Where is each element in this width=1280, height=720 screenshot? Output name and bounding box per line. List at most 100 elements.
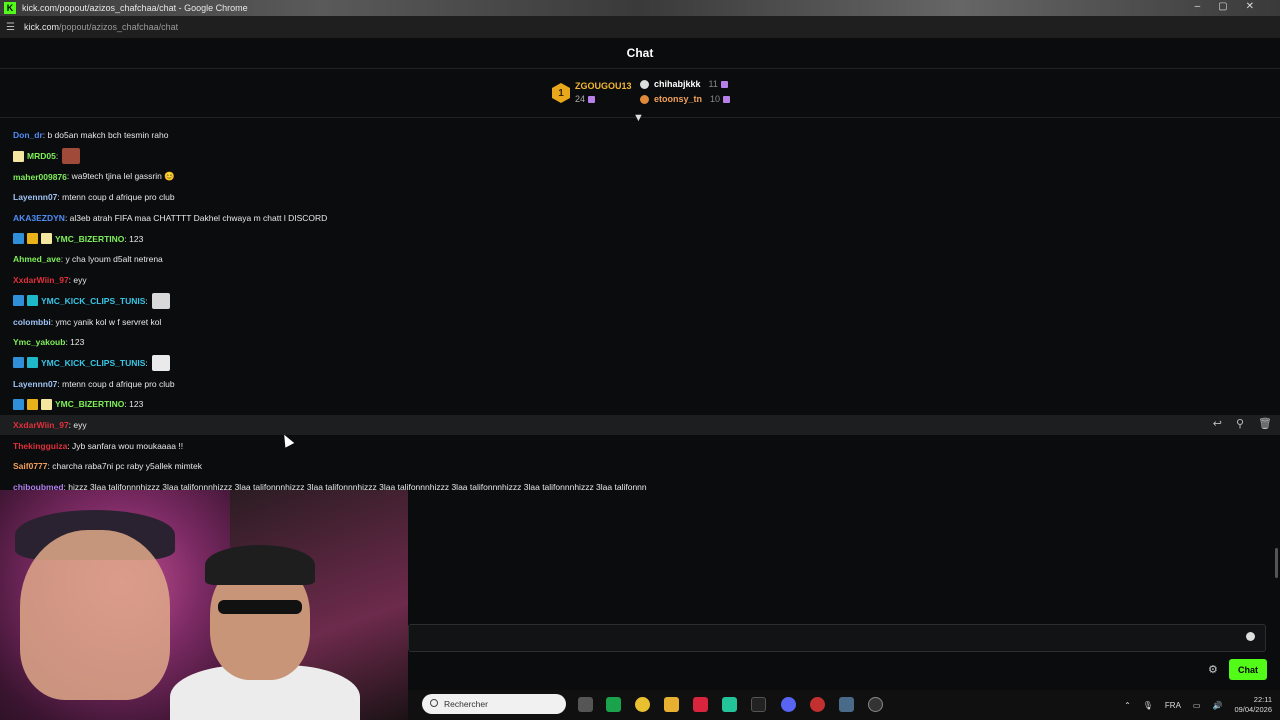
chat-message-text: : Jyb sanfara wou moukaaaa !! (67, 440, 184, 451)
chat-message-text: : 123 (65, 337, 85, 348)
chat-message[interactable]: YMC_KICK_CLIPS_TUNIS: (0, 353, 1280, 374)
network-icon[interactable]: ▭ (1193, 701, 1201, 710)
chat-username[interactable]: Don_dr (13, 130, 43, 140)
top-gifter-2-count: 11 (708, 79, 718, 89)
gold-medal-icon: 1 (552, 83, 570, 103)
chat-message[interactable]: Layennn07: mtenn coup d afrique pro club (0, 187, 1280, 208)
chat-message[interactable]: maher009876: wa9tech tjina lel gassrin 😊 (0, 166, 1280, 187)
chat-message-text: : al3eb atrah FIFA maa CHATTTT Dakhel ch… (64, 213, 328, 224)
chat-username[interactable]: colombbi (13, 317, 51, 327)
emote-icon (62, 148, 81, 165)
chat-scrollbar[interactable] (1275, 548, 1278, 578)
chat-message[interactable]: Ahmed_ave: y cha lyoum d5alt netrena (0, 249, 1280, 270)
webcam-overlay (0, 490, 408, 720)
chat-message[interactable]: colombbi: ymc yanik kol w f servret kol (0, 311, 1280, 332)
chevron-up-icon[interactable]: ⌃ (1124, 701, 1131, 710)
gift-icon (723, 96, 731, 103)
acrobat-icon[interactable] (693, 697, 708, 712)
top-gifter-3[interactable]: etoonsy_tn 10 (640, 92, 731, 107)
chat-message[interactable]: Saif0777: charcha raba7ni pc raby y5alle… (0, 456, 1280, 477)
chat-header-title: Chat (626, 46, 654, 60)
chat-username[interactable]: Thekingguiza (13, 441, 67, 451)
top-gifter-1-count: 24 (575, 94, 586, 104)
chat-username[interactable]: maher009876 (13, 172, 67, 182)
app-icon[interactable] (810, 697, 825, 712)
browser-titlebar: K kick.com/popout/azizos_chafchaa/chat -… (0, 0, 1280, 16)
system-tray: ⌃ 🎙 FRA ▭ 🔊 22:11 09/04/2026 (1124, 695, 1272, 715)
chat-message-text: : ymc yanik kol w f servret kol (50, 316, 162, 327)
blue-badge-icon (13, 357, 24, 369)
chat-message[interactable]: XxdarWiin_97: eyy (0, 270, 1280, 291)
chat-username[interactable]: YMC_KICK_CLIPS_TUNIS (41, 358, 145, 368)
chat-message[interactable]: YMC_KICK_CLIPS_TUNIS: (0, 291, 1280, 312)
chat-username[interactable]: Saif0777 (13, 461, 48, 471)
language-indicator[interactable]: FRA (1165, 701, 1181, 710)
chat-message[interactable]: Don_dr: b do5an makch bch tesmin raho (0, 125, 1280, 146)
chat-message[interactable]: XxdarWiin_97: eyy (0, 414, 1280, 436)
chat-input[interactable] (408, 624, 1266, 652)
settings-app-icon[interactable] (839, 697, 854, 712)
top-gifter-3-count: 10 (710, 94, 721, 104)
chat-username[interactable]: Layennn07 (13, 192, 57, 202)
chat-username[interactable]: YMC_KICK_CLIPS_TUNIS (41, 296, 145, 306)
app-icon[interactable] (751, 697, 766, 712)
chat-username[interactable]: XxdarWiin_97 (13, 275, 69, 285)
chat-message[interactable]: YMC_BIZERTINO: 123 (0, 394, 1280, 415)
volume-icon[interactable]: 🔊 (1212, 701, 1222, 710)
file-explorer-icon[interactable] (664, 697, 679, 712)
cyan-badge-icon (27, 357, 38, 369)
chat-message[interactable]: Layennn07: mtenn coup d afrique pro club (0, 373, 1280, 394)
chat-message-list[interactable]: Don_dr: b do5an makch bch tesmin raho MRD… (0, 125, 1280, 497)
chat-username[interactable]: Ymc_yakoub (13, 337, 65, 347)
silver-medal-icon (640, 80, 649, 89)
chat-message[interactable]: Thekingguiza: Jyb sanfara wou moukaaaa !… (0, 435, 1280, 456)
chat-username[interactable]: AKA3EZDYN (13, 213, 65, 223)
chat-header: Chat (0, 38, 1280, 69)
emoji-icon[interactable] (1246, 632, 1255, 641)
site-info-icon[interactable]: ☰ (6, 22, 18, 33)
chat-message[interactable]: AKA3EZDYN: al3eb atrah FIFA maa CHATTTT … (0, 208, 1280, 229)
chat-message-text: : charcha raba7ni pc raby y5allek mimtek (47, 461, 203, 472)
send-chat-button[interactable]: Chat (1229, 659, 1267, 680)
chat-username[interactable]: YMC_BIZERTINO (55, 399, 124, 409)
delete-icon[interactable]: 🗑 (1258, 417, 1272, 430)
url-path: /popout/azizos_chafchaa/chat (59, 22, 179, 32)
reply-icon[interactable]: ↩ (1213, 417, 1222, 430)
chat-message-text: : eyy (68, 275, 87, 286)
pin-icon[interactable]: ⚲ (1236, 417, 1244, 430)
cream-badge-icon (13, 150, 24, 162)
app-icon[interactable] (722, 697, 737, 712)
message-actions: ↩ ⚲ 🗑 (1213, 417, 1272, 430)
chrome-icon[interactable] (635, 697, 650, 712)
app-icon[interactable] (606, 697, 621, 712)
chat-username[interactable]: XxdarWiin_97 (13, 420, 69, 430)
discord-icon[interactable] (781, 697, 796, 712)
url-host: kick.com (24, 22, 60, 32)
taskbar-search[interactable]: Rechercher (422, 694, 566, 714)
chat-message[interactable]: Ymc_yakoub: 123 (0, 332, 1280, 353)
gear-icon[interactable]: ⚙ (1208, 663, 1218, 676)
chat-message-text: : mtenn coup d afrique pro club (57, 378, 175, 389)
chat-message[interactable]: YMC_BIZERTINO: 123 (0, 228, 1280, 249)
top-gifter-2[interactable]: chihabjkkk 11 (640, 77, 730, 92)
chat-message-text: : y cha lyoum d5alt netrena (60, 254, 163, 265)
chat-username[interactable]: Layennn07 (13, 379, 57, 389)
chat-message[interactable]: MRD05: (0, 146, 1280, 167)
top-gifters-list: chihabjkkk 11 etoonsy_tn 10 (640, 77, 731, 107)
chat-message-text: : b do5an makch bch tesmin raho (42, 130, 169, 141)
chat-username[interactable]: Ahmed_ave (13, 254, 61, 264)
blue-badge-icon (13, 295, 24, 307)
microphone-icon[interactable]: 🎙 (1143, 701, 1153, 710)
chat-username[interactable]: MRD05 (27, 151, 56, 161)
expand-chevron-icon[interactable]: ▼ (633, 112, 644, 124)
top-gifter-1[interactable]: 1 ZGOUGOU13 24 (552, 80, 632, 106)
media-player-icon[interactable] (868, 697, 883, 712)
search-icon (430, 699, 438, 707)
taskbar-clock[interactable]: 22:11 09/04/2026 (1234, 695, 1272, 715)
top-gifter-3-name: etoonsy_tn (654, 94, 703, 104)
address-bar[interactable]: ☰ kick.com /popout/azizos_chafchaa/chat (0, 16, 1280, 38)
taskbar-search-placeholder: Rechercher (444, 699, 488, 709)
task-view-icon[interactable] (578, 697, 593, 712)
window-controls[interactable]: –▢✕ (1195, 1, 1272, 12)
chat-username[interactable]: YMC_BIZERTINO (55, 234, 124, 244)
